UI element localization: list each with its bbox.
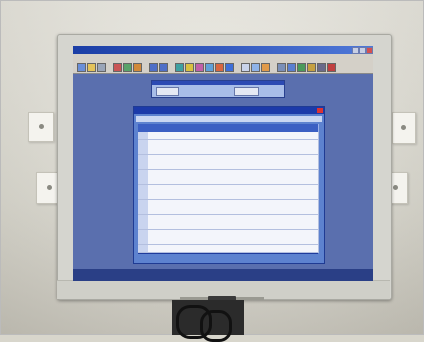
undo-icon[interactable] [149, 63, 158, 72]
maximize-button[interactable] [359, 47, 366, 54]
grid-column-header[interactable] [188, 124, 225, 132]
lock-icon[interactable] [317, 63, 326, 72]
status-bar [73, 269, 373, 281]
help-icon[interactable] [225, 63, 234, 72]
chart-icon[interactable] [185, 63, 194, 72]
dialog-header-band [136, 116, 322, 122]
redo-icon[interactable] [159, 63, 168, 72]
app-title-bar [73, 46, 373, 54]
grid-column-header[interactable] [260, 124, 297, 132]
table-row[interactable] [138, 162, 319, 170]
table-cell[interactable] [188, 244, 225, 253]
table-row[interactable] [138, 214, 319, 223]
table-row[interactable] [138, 244, 319, 253]
table-row[interactable] [138, 147, 319, 155]
right-wall-mount-upper [392, 112, 416, 144]
refresh-icon[interactable] [215, 63, 224, 72]
table-row[interactable] [138, 154, 319, 163]
menu-bar [73, 54, 373, 61]
settings-icon[interactable] [277, 63, 286, 72]
grid-column-header[interactable] [296, 124, 319, 132]
import-icon[interactable] [307, 63, 316, 72]
screw-icon [39, 124, 44, 129]
data-grid [138, 124, 319, 254]
minimize-button[interactable] [352, 47, 359, 54]
left-wall-mount-upper [28, 112, 54, 142]
save-icon[interactable] [77, 63, 86, 72]
toolbar [73, 61, 373, 74]
dialog-title-bar [134, 107, 324, 114]
cut-icon[interactable] [113, 63, 122, 72]
export-icon[interactable] [297, 63, 306, 72]
table-row[interactable] [138, 222, 319, 230]
table-cell[interactable] [296, 244, 319, 253]
table-row[interactable] [138, 169, 319, 178]
calendar-icon[interactable] [241, 63, 250, 72]
screw-icon [47, 185, 52, 190]
grid-icon[interactable] [175, 63, 184, 72]
screw-icon [393, 185, 398, 190]
monitor-screen [73, 46, 373, 281]
sub-window-field-right[interactable] [234, 87, 259, 96]
close-button[interactable] [366, 47, 373, 54]
table-row[interactable] [138, 192, 319, 200]
print-icon[interactable] [97, 63, 106, 72]
table-cell[interactable] [224, 244, 261, 253]
sub-window-title-bar [152, 81, 284, 85]
copy-icon[interactable] [123, 63, 132, 72]
table-row[interactable] [138, 177, 319, 185]
exit-icon[interactable] [327, 63, 336, 72]
table-row[interactable] [138, 139, 319, 148]
sort-icon[interactable] [205, 63, 214, 72]
paste-icon[interactable] [133, 63, 142, 72]
report-icon[interactable] [287, 63, 296, 72]
open-icon[interactable] [87, 63, 96, 72]
sub-window [151, 80, 285, 98]
sub-window-field-left[interactable] [156, 87, 179, 96]
table-row[interactable] [138, 199, 319, 208]
table-row[interactable] [138, 184, 319, 193]
table-row[interactable] [138, 207, 319, 215]
data-dialog [133, 106, 325, 264]
grid-column-header[interactable] [148, 124, 189, 132]
table-row[interactable] [138, 132, 319, 140]
filter-icon[interactable] [195, 63, 204, 72]
table-cell[interactable] [260, 244, 297, 253]
grid-column-header[interactable] [224, 124, 261, 132]
cable [200, 310, 232, 342]
user-icon[interactable] [251, 63, 260, 72]
mail-icon[interactable] [261, 63, 270, 72]
table-row[interactable] [138, 229, 319, 238]
table-row[interactable] [138, 237, 319, 245]
dialog-close-button[interactable] [317, 108, 323, 113]
screw-icon [401, 125, 406, 130]
table-cell[interactable] [148, 244, 189, 253]
